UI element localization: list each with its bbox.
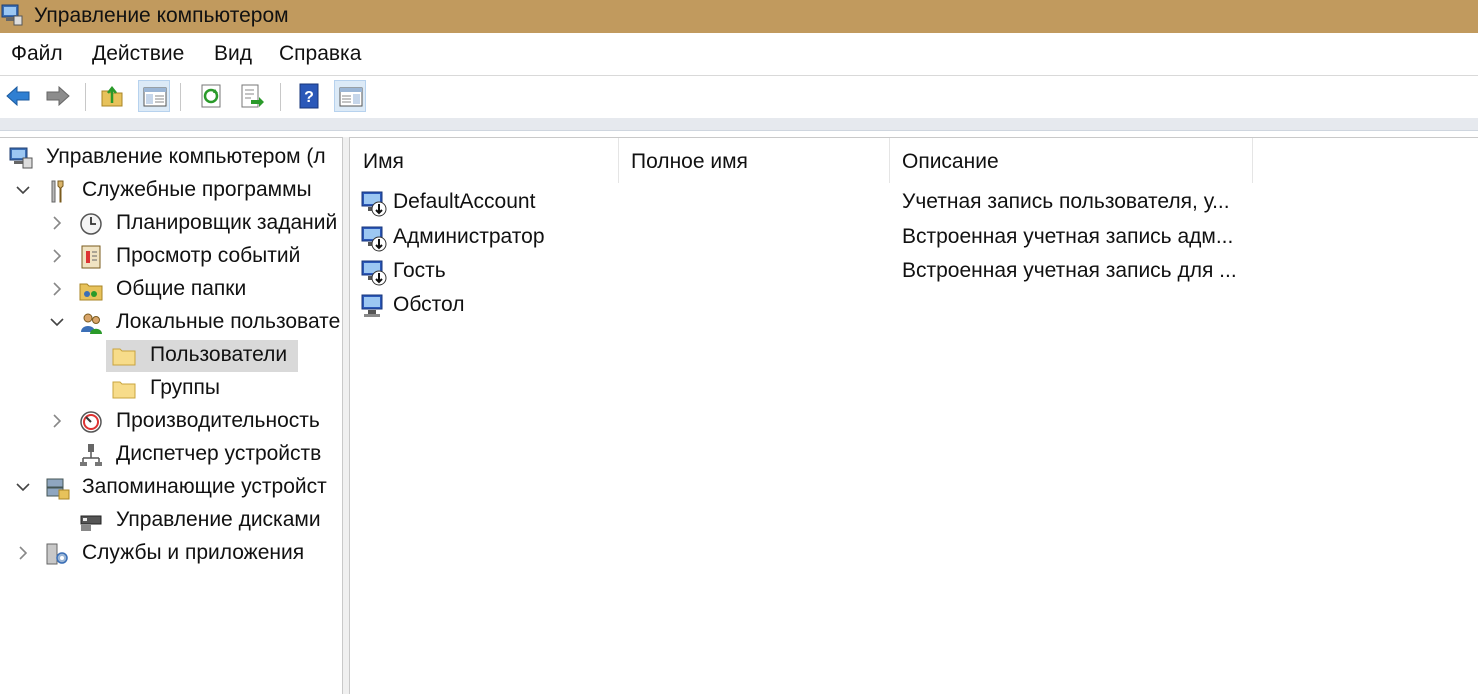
- back-icon: [6, 85, 30, 107]
- tree-item-label: Службы и приложения: [82, 541, 305, 564]
- toolbar-divider: [0, 118, 1478, 131]
- tree-item-performance[interactable]: Производительность: [0, 406, 342, 438]
- up-folder-button[interactable]: [97, 80, 129, 112]
- column-header-description[interactable]: Описание: [889, 138, 1253, 183]
- tree-item-label: Управление компьютером (л: [46, 145, 326, 168]
- refresh-icon: [201, 84, 221, 108]
- table-row[interactable]: Администратор Встроенная учетная запись …: [360, 220, 1460, 254]
- performance-icon: [80, 411, 102, 433]
- chevron-down-icon[interactable]: [14, 181, 32, 199]
- refresh-button[interactable]: [196, 80, 228, 112]
- user-name: Обстол: [393, 293, 465, 316]
- menu-view[interactable]: Вид: [214, 42, 252, 66]
- chevron-right-icon[interactable]: [48, 412, 66, 430]
- tree-item-label: Служебные программы: [82, 178, 312, 201]
- storage-icon: [46, 478, 70, 500]
- tree-item-computer-management[interactable]: Управление компьютером (л: [0, 142, 342, 174]
- title-bar: Управление компьютером: [0, 0, 1478, 33]
- show-hide-tree-icon: [143, 87, 167, 107]
- tree-item-event-viewer[interactable]: Просмотр событий: [0, 241, 342, 273]
- help-button[interactable]: ?: [293, 80, 325, 112]
- toolbar: ?: [0, 76, 1478, 118]
- tree-item-task-scheduler[interactable]: Планировщик заданий: [0, 208, 342, 240]
- export-list-icon: [241, 84, 264, 108]
- help-icon: ?: [299, 83, 319, 109]
- disabled-user-icon: [361, 191, 387, 217]
- back-button[interactable]: [2, 80, 34, 112]
- up-folder-icon: [101, 85, 123, 107]
- forward-button[interactable]: [42, 80, 74, 112]
- tree-item-system-tools[interactable]: Служебные программы: [0, 175, 342, 207]
- tree-item-label: Группы: [150, 376, 220, 399]
- tools-icon: [51, 180, 64, 203]
- user-icon: [361, 294, 383, 317]
- tree-item-label: Просмотр событий: [116, 244, 301, 267]
- show-hide-tree-button[interactable]: [138, 80, 170, 112]
- tree-item-label: Диспетчер устройств: [116, 442, 322, 465]
- table-row[interactable]: Гость Встроенная учетная запись для ...: [360, 254, 1460, 288]
- menu-help[interactable]: Справка: [279, 42, 361, 66]
- user-name: Гость: [393, 259, 446, 282]
- tree-item-label: Производительность: [116, 409, 320, 432]
- users-icon: [81, 313, 102, 334]
- folder-icon: [112, 381, 136, 399]
- menu-action[interactable]: Действие: [92, 42, 184, 66]
- table-row[interactable]: Обстол: [360, 288, 1460, 322]
- tree-item-label: Пользователи: [150, 343, 288, 366]
- window-title: Управление компьютером: [34, 4, 289, 27]
- svg-text:?: ?: [304, 89, 314, 106]
- tree-item-label: Общие папки: [116, 277, 247, 300]
- user-description: Встроенная учетная запись адм...: [902, 225, 1234, 248]
- chevron-right-icon[interactable]: [48, 214, 66, 232]
- tree-item-device-manager[interactable]: Диспетчер устройств: [0, 439, 342, 471]
- tree-item-label: Управление дисками: [116, 508, 321, 531]
- user-name: Администратор: [393, 225, 545, 248]
- disk-management-icon: [80, 515, 102, 531]
- shared-folders-icon: [79, 283, 103, 301]
- device-manager-icon: [80, 444, 102, 466]
- tree-item-storage[interactable]: Запоминающие устройст: [0, 472, 342, 504]
- tree-item-users[interactable]: Пользователи: [0, 340, 342, 372]
- computer-management-icon: [1, 4, 23, 26]
- show-hide-action-pane-icon: [339, 87, 363, 107]
- tree-item-groups[interactable]: Группы: [0, 373, 342, 405]
- tree-item-label: Планировщик заданий: [116, 211, 338, 234]
- chevron-down-icon[interactable]: [14, 478, 32, 496]
- chevron-right-icon[interactable]: [14, 544, 32, 562]
- toolbar-separator: [280, 83, 281, 111]
- table-row[interactable]: DefaultAccount Учетная запись пользовате…: [360, 185, 1460, 219]
- computer-management-icon: [9, 147, 33, 169]
- toolbar-separator: [85, 83, 86, 111]
- tree-item-services-apps[interactable]: Службы и приложения: [0, 538, 342, 570]
- users-list-view: Имя Полное имя Описание DefaultAccount У…: [350, 137, 1478, 695]
- user-description: Встроенная учетная запись для ...: [902, 259, 1237, 282]
- disabled-user-icon: [361, 226, 387, 252]
- export-list-button[interactable]: [236, 80, 268, 112]
- tree-item-label: Запоминающие устройст: [82, 475, 327, 498]
- show-hide-action-pane-button[interactable]: [334, 80, 366, 112]
- tree-item-shared-folders[interactable]: Общие папки: [0, 274, 342, 306]
- tree-item-disk-management[interactable]: Управление дисками: [0, 505, 342, 537]
- menu-file[interactable]: Файл: [11, 42, 63, 66]
- chevron-right-icon[interactable]: [48, 247, 66, 265]
- folder-icon: [112, 348, 136, 366]
- event-viewer-icon: [81, 245, 101, 269]
- pane-splitter[interactable]: [342, 137, 350, 694]
- forward-icon: [46, 85, 70, 107]
- chevron-down-icon[interactable]: [48, 313, 66, 331]
- console-tree: Управление компьютером (л Служебные прог…: [0, 137, 342, 695]
- column-header-name[interactable]: Имя: [350, 138, 619, 183]
- disabled-user-icon: [361, 260, 387, 286]
- chevron-right-icon[interactable]: [48, 280, 66, 298]
- services-icon: [46, 543, 68, 565]
- column-header-full-name[interactable]: Полное имя: [618, 138, 890, 183]
- user-name: DefaultAccount: [393, 190, 536, 213]
- menu-bar: Файл Действие Вид Справка: [0, 33, 1478, 76]
- user-description: Учетная запись пользователя, у...: [902, 190, 1230, 213]
- tree-item-label: Локальные пользовате: [116, 310, 341, 333]
- clock-icon: [80, 213, 102, 235]
- toolbar-separator: [180, 83, 181, 111]
- tree-item-local-users[interactable]: Локальные пользовате: [0, 307, 342, 339]
